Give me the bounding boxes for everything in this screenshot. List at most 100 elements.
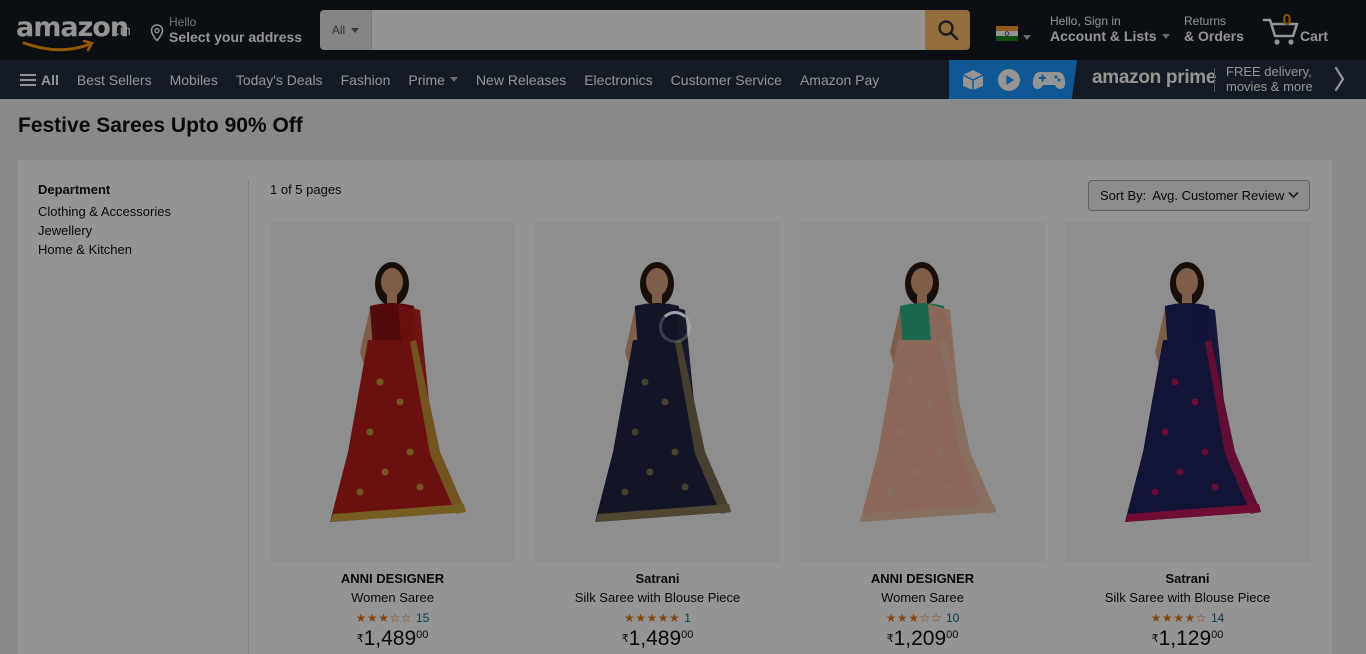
all-menu-button[interactable]: All xyxy=(0,72,68,88)
product-card[interactable]: Satrani Silk Saree with Blouse Piece ★★★… xyxy=(535,222,780,654)
product-title[interactable]: Silk Saree with Blouse Piece xyxy=(1065,590,1310,605)
prime-banner[interactable]: amazon prime FREE delivery, movies & mor… xyxy=(949,60,1366,99)
product-card[interactable]: Satrani Silk Saree with Blouse Piece ★★★… xyxy=(1065,222,1310,654)
review-count[interactable]: 1 xyxy=(684,611,691,625)
nav-link-fashion[interactable]: Fashion xyxy=(332,72,400,88)
product-brand: Satrani xyxy=(1165,571,1210,586)
language-chevron-icon[interactable] xyxy=(1023,35,1031,40)
search-bar: All xyxy=(320,10,970,50)
product-brand: ANNI DESIGNER xyxy=(340,571,445,586)
nav-link-prime[interactable]: Prime xyxy=(399,72,467,88)
returns-and-orders[interactable]: Returns & Orders xyxy=(1184,14,1244,44)
address-hello: Hello xyxy=(169,15,197,29)
saree-model-image xyxy=(595,262,731,522)
price-currency: ₹ xyxy=(886,633,894,645)
top-nav: amazon .in Hello Select your address All xyxy=(0,0,1366,60)
nav-link-prime-label: Prime xyxy=(408,71,445,88)
product-image[interactable] xyxy=(800,222,1045,562)
package-icon xyxy=(962,69,984,90)
sub-nav: All Best Sellers Mobiles Today's Deals F… xyxy=(0,60,1366,99)
product-title[interactable]: Women Saree xyxy=(800,590,1045,605)
product-price: ₹ 1,129 00 xyxy=(1065,626,1310,652)
product-card[interactable]: ANNI DESIGNER Women Saree ★★★☆☆ 15 ₹ 1,4… xyxy=(270,222,515,654)
star-rating-icon: ★★★☆☆ xyxy=(355,611,412,625)
nav-link-electronics[interactable]: Electronics xyxy=(575,72,661,88)
price-whole: 1,209 xyxy=(893,627,947,650)
department-filter: Department Clothing & Accessories Jewell… xyxy=(38,182,171,261)
deliver-to-address[interactable]: Hello Select your address xyxy=(150,14,310,48)
returns-label: Returns xyxy=(1184,14,1227,28)
star-rating-icon: ★★★☆☆ xyxy=(885,611,942,625)
sidebar-divider xyxy=(248,180,249,654)
logo-suffix: .in xyxy=(116,22,131,38)
india-flag-icon[interactable] xyxy=(996,26,1018,41)
product-card[interactable]: ANNI DESIGNER Women Saree ★★★☆☆ 10 ₹ 1,2… xyxy=(800,222,1045,654)
price-whole: 1,129 xyxy=(1158,627,1212,650)
nav-link-new-releases[interactable]: New Releases xyxy=(467,72,575,88)
saree-model-image xyxy=(1125,262,1261,522)
product-rating[interactable]: ★★★☆☆ 15 xyxy=(270,611,515,625)
sort-value: Avg. Customer Review xyxy=(1152,188,1285,203)
address-select: Select your address xyxy=(169,29,303,45)
price-currency: ₹ xyxy=(621,633,629,645)
cart-label: Cart xyxy=(1300,28,1329,44)
account-greeting: Hello, Sign in xyxy=(1050,14,1121,28)
search-button[interactable] xyxy=(925,10,970,50)
search-input[interactable] xyxy=(372,10,925,50)
product-rating[interactable]: ★★★☆☆ 10 xyxy=(800,611,1045,625)
product-image[interactable] xyxy=(535,222,780,562)
review-count[interactable]: 15 xyxy=(416,611,429,625)
search-category-dropdown[interactable]: All xyxy=(320,10,372,50)
department-item-clothing[interactable]: Clothing & Accessories xyxy=(38,204,171,223)
sort-dropdown[interactable]: Sort By: Avg. Customer Review xyxy=(1088,180,1310,211)
department-item-home-kitchen[interactable]: Home & Kitchen xyxy=(38,242,171,261)
product-image[interactable] xyxy=(270,222,515,562)
star-rating-icon: ★★★★★ xyxy=(624,611,681,625)
price-fraction: 00 xyxy=(681,629,694,641)
department-item-jewellery[interactable]: Jewellery xyxy=(38,223,171,242)
nav-link-amazon-pay[interactable]: Amazon Pay xyxy=(791,72,888,88)
search-category-label: All xyxy=(331,23,346,37)
product-title[interactable]: Women Saree xyxy=(270,590,515,605)
location-pin-icon xyxy=(150,24,164,42)
sort-label: Sort By: xyxy=(1100,188,1147,203)
review-count[interactable]: 14 xyxy=(1211,611,1224,625)
department-title: Department xyxy=(38,182,111,197)
chevron-down-icon xyxy=(351,27,360,33)
review-count[interactable]: 10 xyxy=(946,611,959,625)
account-and-lists[interactable]: Hello, Sign in Account & Lists xyxy=(1050,14,1170,44)
price-fraction: 00 xyxy=(1211,629,1224,641)
logo-text: amazon xyxy=(16,12,129,43)
hamburger-menu-icon xyxy=(20,73,36,86)
prime-tagline-line2: movies & more xyxy=(1226,79,1313,94)
price-currency: ₹ xyxy=(1151,633,1159,645)
saree-model-image xyxy=(860,262,996,522)
product-rating[interactable]: ★★★★★ 1 xyxy=(535,611,780,625)
all-menu-label: All xyxy=(41,71,59,88)
play-video-icon xyxy=(997,68,1020,91)
product-image[interactable] xyxy=(1065,222,1310,562)
game-controller-icon xyxy=(1032,71,1065,89)
chevron-down-icon xyxy=(449,77,458,82)
price-fraction: 00 xyxy=(946,629,959,641)
product-brand: ANNI DESIGNER xyxy=(870,571,975,586)
nav-link-best-sellers[interactable]: Best Sellers xyxy=(68,72,161,88)
logo-smile-icon xyxy=(22,40,94,52)
nav-link-customer-service[interactable]: Customer Service xyxy=(662,72,791,88)
chevron-right-icon[interactable] xyxy=(1333,66,1345,92)
product-grid: ANNI DESIGNER Women Saree ★★★☆☆ 15 ₹ 1,4… xyxy=(270,222,1310,654)
nav-link-mobiles[interactable]: Mobiles xyxy=(161,72,227,88)
product-title[interactable]: Silk Saree with Blouse Piece xyxy=(535,590,780,605)
amazon-logo[interactable]: amazon .in xyxy=(16,10,134,52)
price-fraction: 00 xyxy=(416,629,429,641)
product-price: ₹ 1,209 00 xyxy=(800,626,1045,652)
cart-button[interactable]: 0 Cart xyxy=(1262,12,1342,48)
chevron-down-icon xyxy=(1288,191,1299,199)
nav-link-todays-deals[interactable]: Today's Deals xyxy=(227,72,332,88)
account-label-text: Account & Lists xyxy=(1050,28,1157,44)
chevron-down-icon xyxy=(1161,33,1170,39)
page-title: Festive Sarees Upto 90% Off xyxy=(18,114,303,137)
search-icon xyxy=(937,20,958,41)
product-rating[interactable]: ★★★★☆ 14 xyxy=(1065,611,1310,625)
prime-tagline: FREE delivery, movies & more xyxy=(1226,64,1313,94)
